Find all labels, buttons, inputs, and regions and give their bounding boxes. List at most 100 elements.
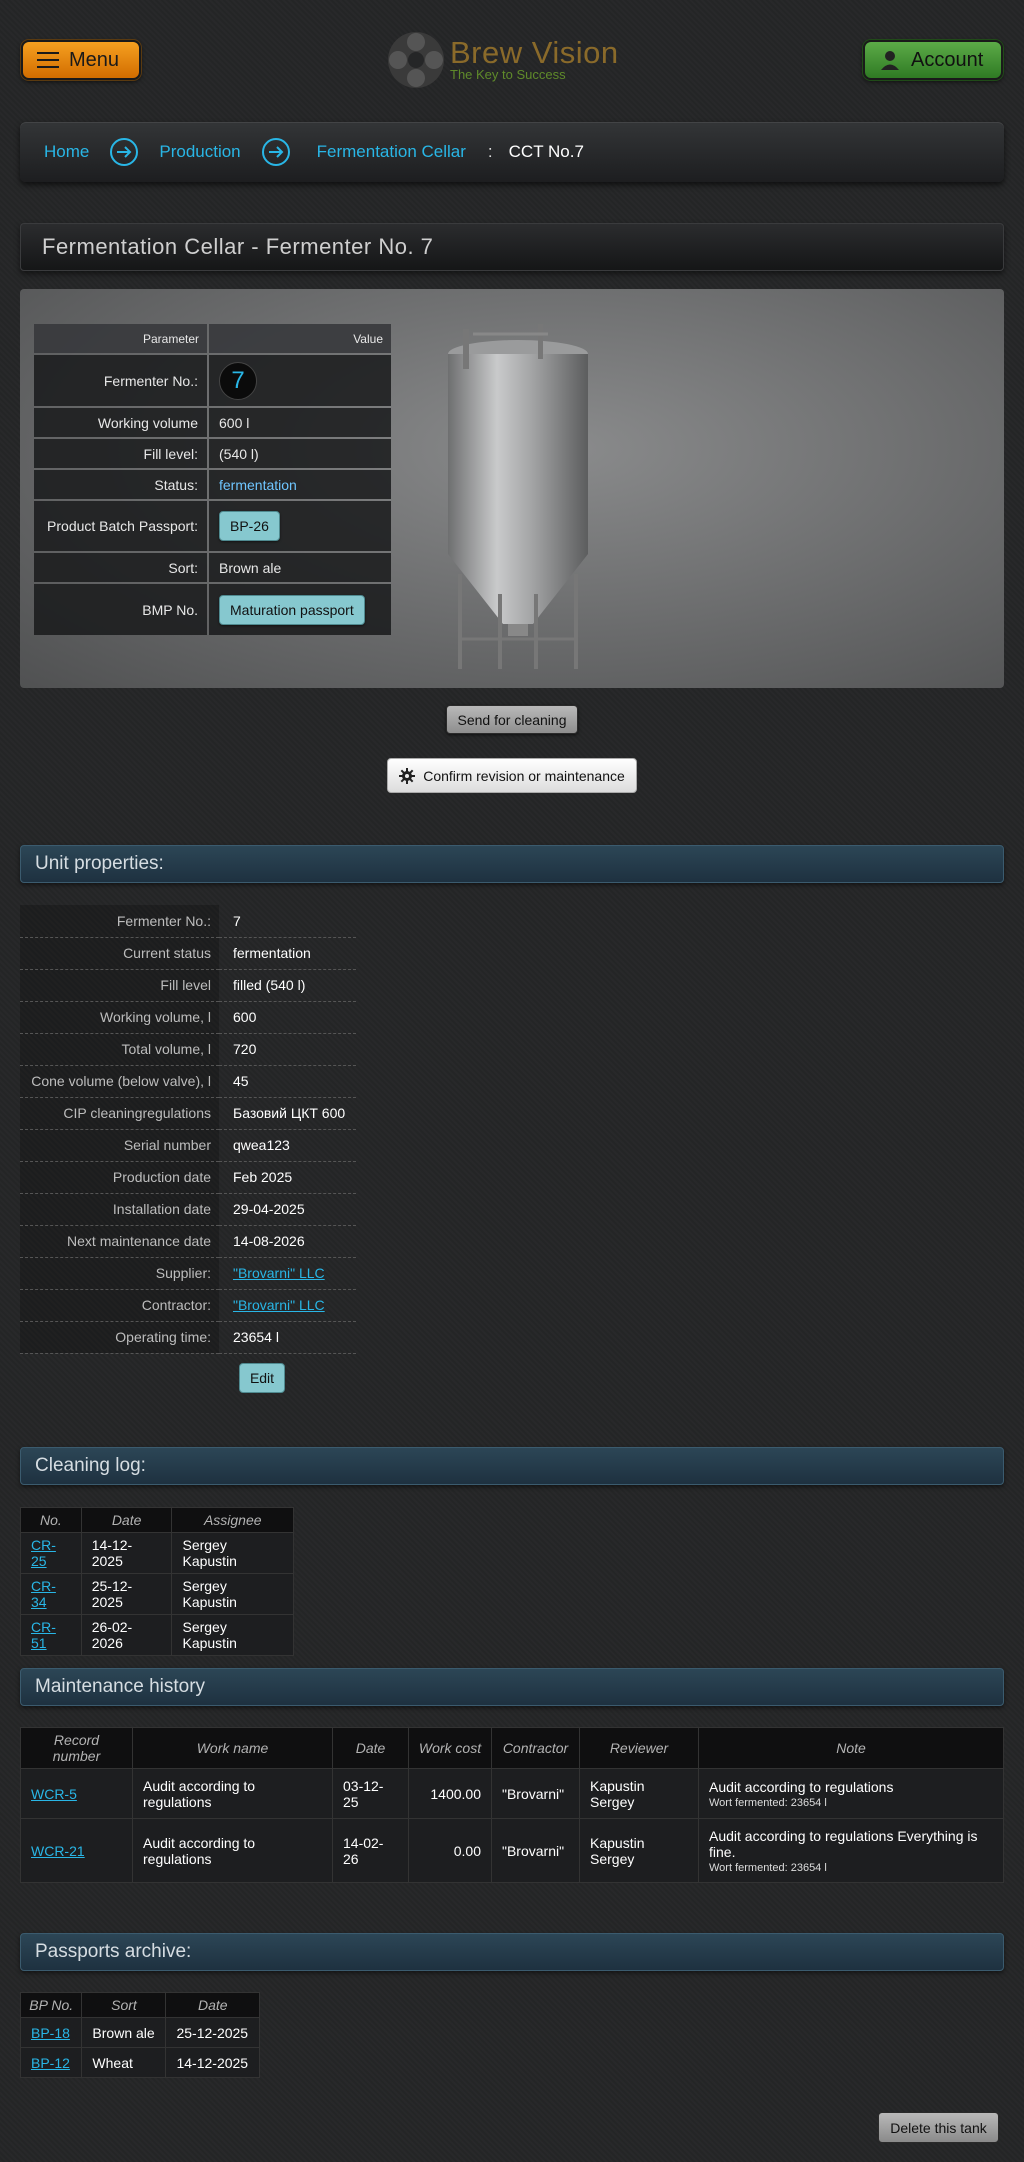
breadcrumb-home[interactable]: Home bbox=[44, 142, 89, 162]
param-value: (540 l) bbox=[209, 439, 391, 468]
table-cell: 14-12-2025 bbox=[165, 2047, 260, 2078]
account-label: Account bbox=[911, 48, 984, 71]
col-header: Contractor bbox=[491, 1727, 580, 1769]
table-row: CR-51 26-02-2026 Sergey Kapustin bbox=[20, 1614, 294, 1656]
logo-subtitle: The Key to Success bbox=[450, 67, 566, 82]
menu-button[interactable]: Menu bbox=[21, 40, 141, 80]
cleaning-log-table: No. Date Assignee CR-25 14-12-2025 Serge… bbox=[20, 1507, 294, 1656]
param-col-header: Parameter bbox=[34, 324, 207, 353]
prop-label: Installation date bbox=[20, 1193, 219, 1226]
prop-value: 600 bbox=[219, 1001, 356, 1034]
unit-properties-table: Fermenter No.: 7 Current status fermentati… bbox=[20, 905, 356, 1354]
prop-value: 7 bbox=[219, 905, 356, 938]
confirm-revision-button[interactable]: Confirm revision or maintenance bbox=[387, 758, 637, 793]
table-cell: "Brovarni" bbox=[491, 1768, 580, 1819]
user-icon bbox=[881, 51, 899, 70]
passport-link[interactable]: BP-18 bbox=[31, 2025, 70, 2041]
confirm-revision-label: Confirm revision or maintenance bbox=[423, 767, 625, 784]
arrow-right-icon bbox=[110, 138, 139, 166]
col-header: No. bbox=[20, 1507, 82, 1533]
table-cell: Kapustin Sergey bbox=[579, 1768, 699, 1819]
batch-passport-button[interactable]: BP-26 bbox=[219, 511, 280, 541]
table-cell: Sergey Kapustin bbox=[171, 1614, 294, 1656]
contractor-link[interactable]: "Brovarni" LLC bbox=[233, 1297, 325, 1313]
table-row: BP-12 Wheat 14-12-2025 bbox=[19, 2047, 260, 2078]
prop-value: fermentation bbox=[219, 937, 356, 970]
brand-logo[interactable]: Brew Vision The Key to Success bbox=[386, 30, 619, 90]
table-cell: 25-12-2025 bbox=[165, 2017, 260, 2048]
passport-link[interactable]: BP-12 bbox=[31, 2055, 70, 2071]
value-col-header: Value bbox=[209, 324, 391, 353]
prop-label: CIP cleaningregulations bbox=[20, 1097, 219, 1130]
param-label: Fill level: bbox=[34, 439, 207, 468]
param-label: BMP No. bbox=[34, 584, 207, 635]
table-cell: 1400.00 bbox=[408, 1768, 492, 1819]
param-label: Status: bbox=[34, 470, 207, 499]
param-label: Fermenter No.: bbox=[34, 355, 207, 406]
page-title: Fermentation Cellar - Fermenter No. 7 bbox=[20, 223, 1004, 271]
cleaning-record-link[interactable]: CR-34 bbox=[31, 1578, 56, 1610]
passports-archive-header: Passports archive: bbox=[20, 1933, 1004, 1971]
note-small: Wort fermented: 23654 l bbox=[709, 1861, 827, 1874]
cleaning-record-link[interactable]: CR-51 bbox=[31, 1619, 56, 1651]
note-small: Wort fermented: 23654 l bbox=[709, 1796, 827, 1809]
account-button[interactable]: Account bbox=[863, 40, 1003, 80]
breadcrumb-production[interactable]: Production bbox=[159, 142, 240, 162]
table-cell: 14-12-2025 bbox=[80, 1532, 173, 1574]
table-cell: 14-02-26 bbox=[332, 1818, 409, 1883]
table-cell: "Brovarni" bbox=[491, 1818, 580, 1883]
breadcrumb: Home Production Fermentation Cellar : CC… bbox=[20, 122, 1004, 182]
gear-icon bbox=[399, 767, 416, 784]
prop-label: Operating time: bbox=[20, 1321, 219, 1354]
col-header: Record number bbox=[20, 1727, 133, 1769]
prop-value: qwea123 bbox=[219, 1129, 356, 1162]
maturation-passport-button[interactable]: Maturation passport bbox=[219, 594, 365, 625]
prop-label: Cone volume (below valve), l bbox=[20, 1065, 219, 1098]
table-cell: Wheat bbox=[81, 2047, 167, 2078]
status-link[interactable]: fermentation bbox=[219, 477, 297, 493]
table-cell: 26-02-2026 bbox=[80, 1614, 173, 1656]
param-value: 600 l bbox=[209, 408, 391, 437]
table-row: CR-25 14-12-2025 Sergey Kapustin bbox=[20, 1532, 294, 1574]
supplier-link[interactable]: "Brovarni" LLC bbox=[233, 1265, 325, 1281]
maintenance-history-table: Record number Work name Date Work cost C… bbox=[20, 1727, 1004, 1883]
param-label: Sort: bbox=[34, 553, 207, 582]
breadcrumb-fermentation-cellar[interactable]: Fermentation Cellar bbox=[317, 142, 466, 162]
arrow-right-icon bbox=[261, 138, 290, 166]
prop-value: Feb 2025 bbox=[219, 1161, 356, 1194]
table-row: BP-18 Brown ale 25-12-2025 bbox=[19, 2017, 260, 2048]
passports-archive-table: BP No. Sort Date BP-18 Brown ale 25-12-2… bbox=[19, 1992, 260, 2078]
unit-properties-header: Unit properties: bbox=[20, 845, 1004, 883]
table-cell: 25-12-2025 bbox=[80, 1573, 173, 1615]
table-cell: Audit according to regulations bbox=[132, 1768, 333, 1819]
prop-label: Working volume, l bbox=[20, 1001, 219, 1034]
prop-label: Total volume, l bbox=[20, 1033, 219, 1066]
table-cell: Kapustin Sergey bbox=[579, 1818, 699, 1883]
delete-tank-button[interactable]: Delete this tank bbox=[878, 2112, 999, 2143]
col-header: Work cost bbox=[408, 1727, 492, 1769]
prop-value: 45 bbox=[219, 1065, 356, 1098]
table-cell: Sergey Kapustin bbox=[171, 1573, 294, 1615]
cleaning-record-link[interactable]: CR-25 bbox=[31, 1537, 56, 1569]
col-header: Assignee bbox=[171, 1507, 294, 1533]
send-cleaning-button[interactable]: Send for cleaning bbox=[446, 705, 578, 734]
breadcrumb-separator: : bbox=[487, 142, 493, 161]
note-text: Audit according to regulations bbox=[709, 1778, 894, 1795]
prop-label: Serial number bbox=[20, 1129, 219, 1162]
col-header: Sort bbox=[81, 1992, 167, 2018]
table-cell: 03-12-25 bbox=[332, 1768, 409, 1819]
fermenter-tank-image bbox=[448, 324, 588, 669]
maintenance-record-link[interactable]: WCR-5 bbox=[31, 1786, 77, 1802]
prop-value: 720 bbox=[219, 1033, 356, 1066]
prop-value: 23654 l bbox=[219, 1321, 356, 1354]
table-row: WCR-21 Audit according to regulations 14… bbox=[20, 1818, 1004, 1883]
edit-button[interactable]: Edit bbox=[239, 1363, 285, 1393]
maintenance-record-link[interactable]: WCR-21 bbox=[31, 1843, 85, 1859]
cleaning-log-header: Cleaning log: bbox=[20, 1447, 1004, 1485]
maintenance-history-header: Maintenance history bbox=[20, 1668, 1004, 1706]
col-header: Work name bbox=[132, 1727, 333, 1769]
col-header: BP No. bbox=[19, 1992, 83, 2018]
param-value: Brown ale bbox=[209, 553, 391, 582]
col-header: Date bbox=[165, 1992, 260, 2018]
prop-label: Next maintenance date bbox=[20, 1225, 219, 1258]
